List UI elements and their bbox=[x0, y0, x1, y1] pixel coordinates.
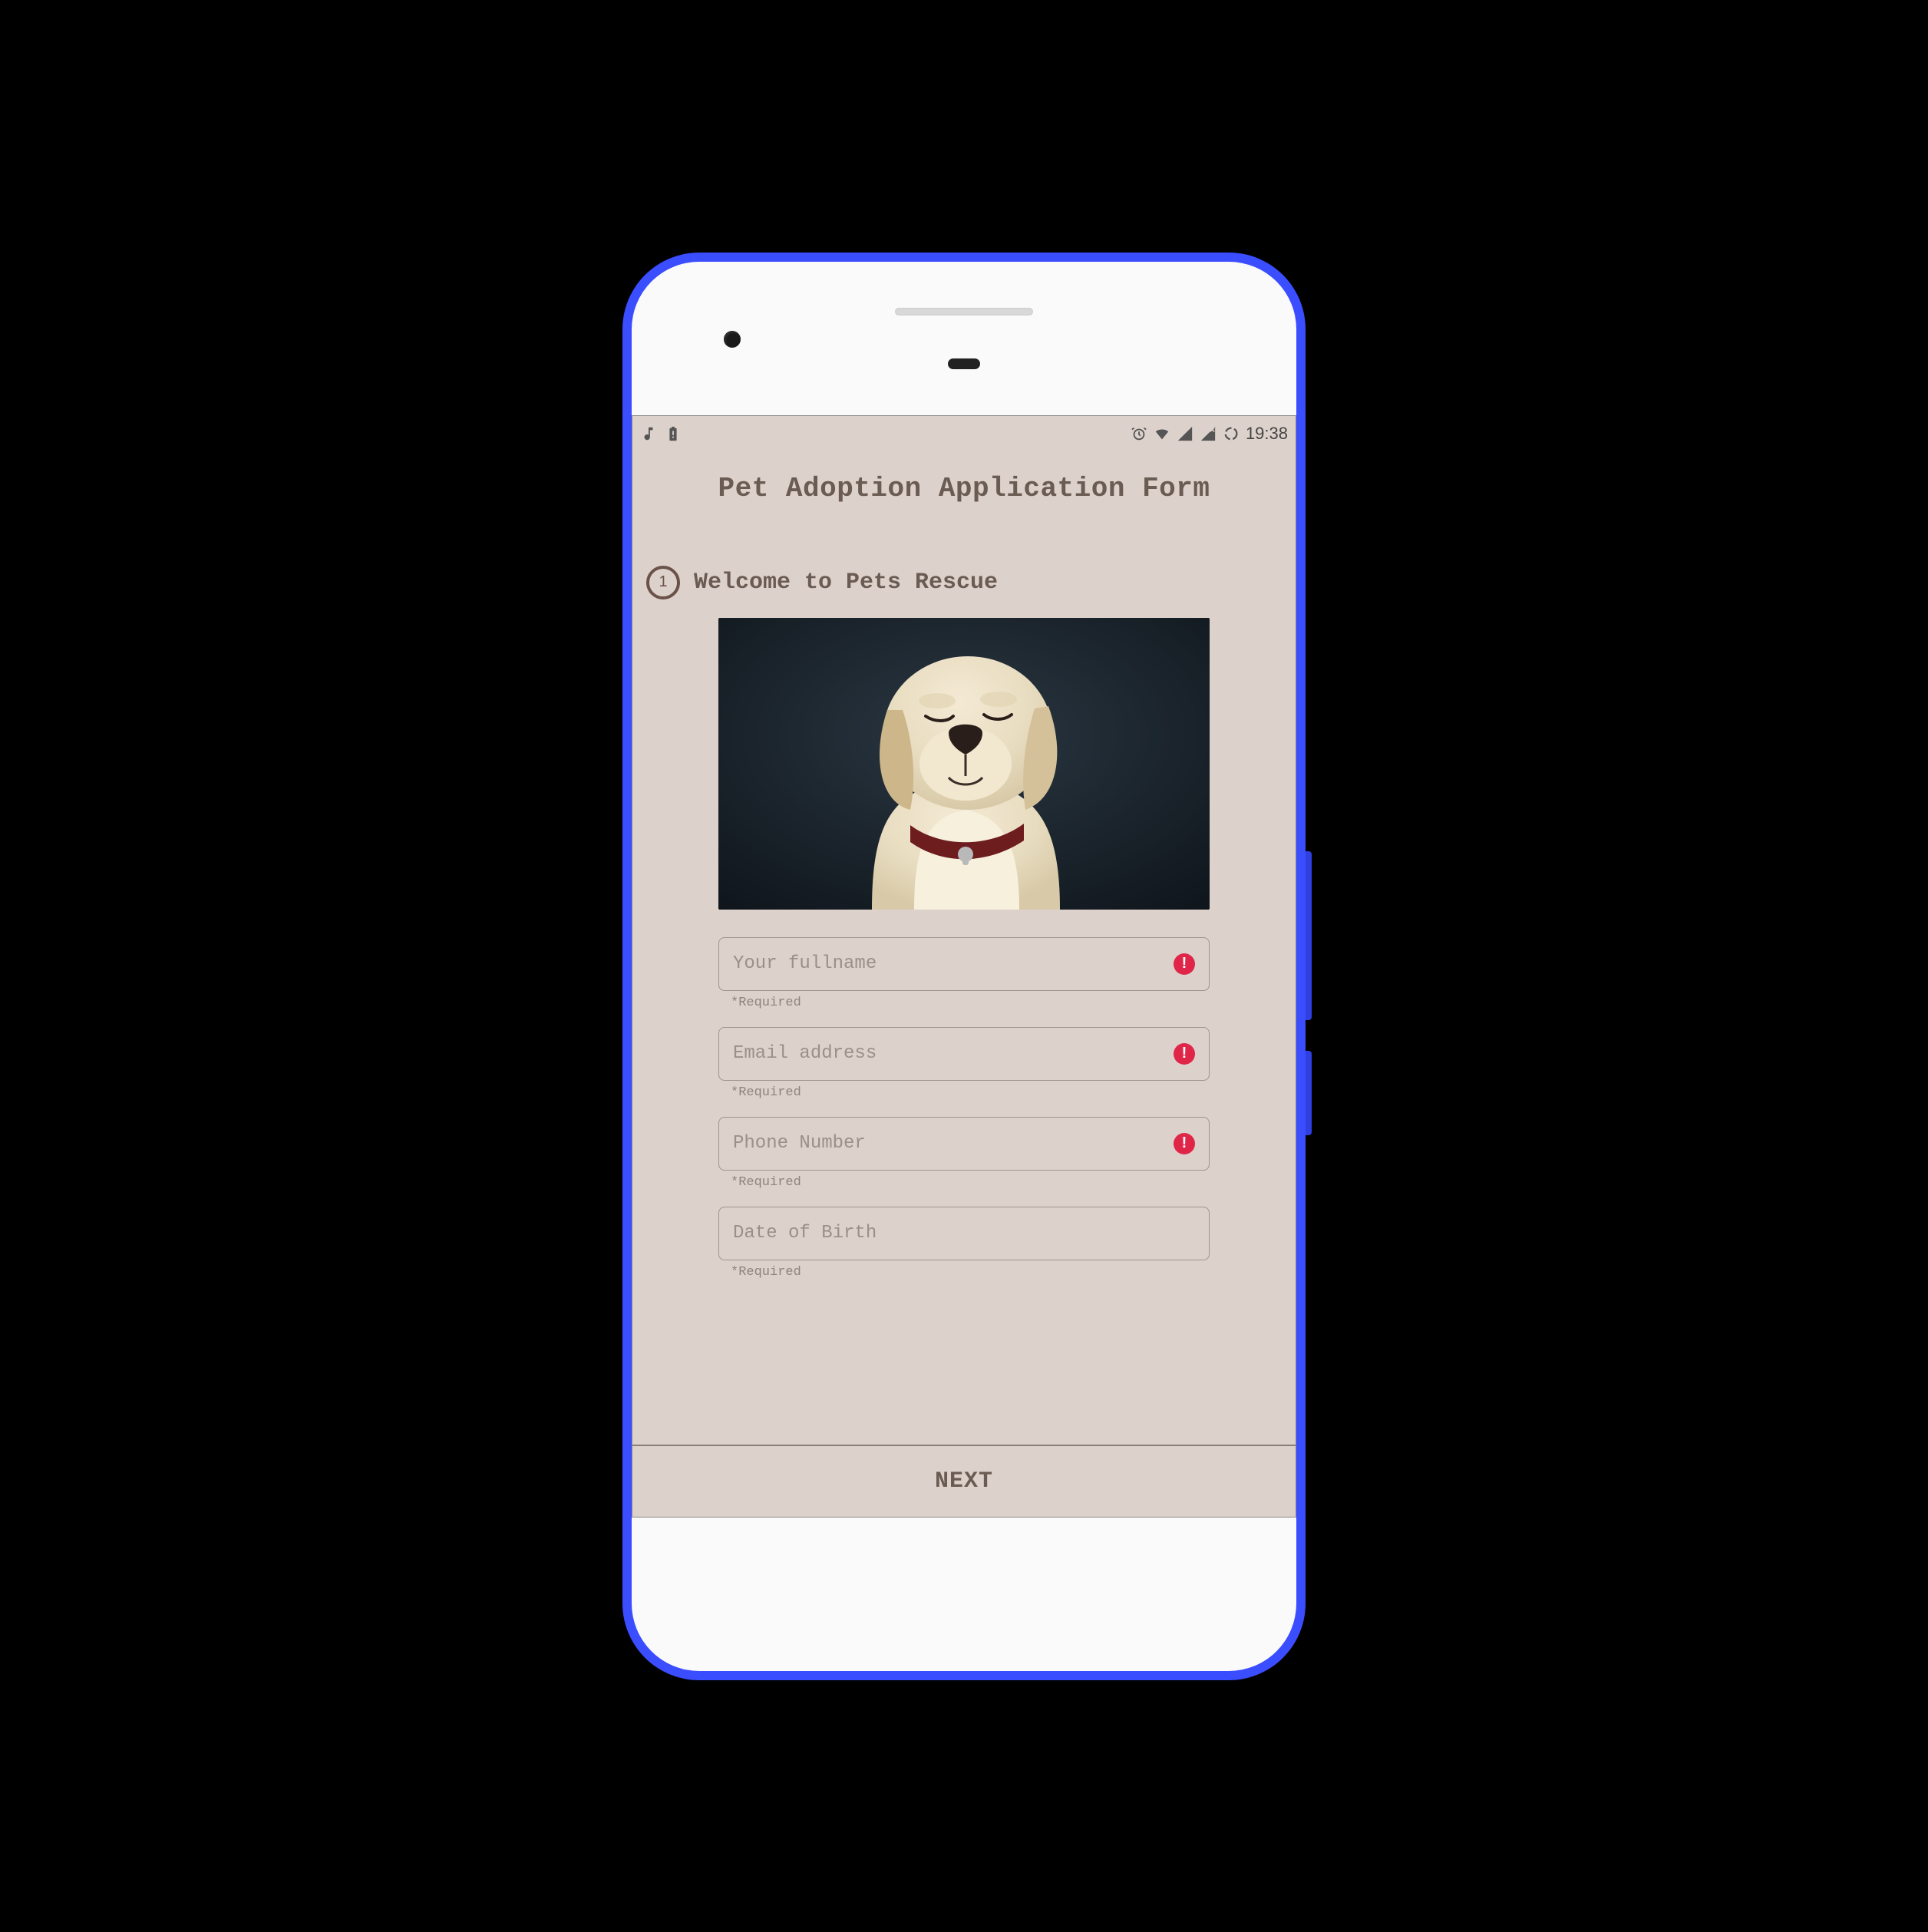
status-bar: 19:38 bbox=[632, 416, 1296, 451]
status-clock: 19:38 bbox=[1246, 424, 1288, 444]
loading-spinner-icon bbox=[1223, 425, 1240, 442]
fullname-field[interactable]: ! bbox=[718, 937, 1210, 991]
battery-charging-icon bbox=[665, 425, 682, 442]
next-bar: NEXT bbox=[632, 1445, 1296, 1517]
step-title: Welcome to Pets Rescue bbox=[694, 570, 998, 596]
screen: 19:38 Pet Adoption Application Form 1 We… bbox=[632, 415, 1296, 1518]
field-block-fullname: ! *Required bbox=[718, 937, 1210, 1010]
phone-speaker bbox=[895, 308, 1033, 315]
pet-image bbox=[718, 618, 1210, 910]
error-icon: ! bbox=[1174, 1043, 1195, 1065]
phone-field[interactable]: ! bbox=[718, 1117, 1210, 1171]
front-camera bbox=[724, 331, 741, 348]
error-icon: ! bbox=[1174, 953, 1195, 975]
volume-button bbox=[1306, 851, 1312, 1020]
alarm-icon bbox=[1131, 425, 1147, 442]
fullname-input[interactable] bbox=[733, 953, 1174, 974]
field-block-phone: ! *Required bbox=[718, 1117, 1210, 1190]
step-number: 1 bbox=[659, 573, 667, 591]
dob-input[interactable] bbox=[733, 1223, 1195, 1243]
phone-bezel-top bbox=[632, 262, 1296, 415]
dob-field[interactable] bbox=[718, 1207, 1210, 1260]
form-content[interactable]: Pet Adoption Application Form 1 Welcome … bbox=[632, 451, 1296, 1445]
error-icon: ! bbox=[1174, 1133, 1195, 1154]
next-button[interactable]: NEXT bbox=[935, 1468, 993, 1494]
email-helper: *Required bbox=[718, 1081, 1210, 1100]
field-block-email: ! *Required bbox=[718, 1027, 1210, 1100]
power-button bbox=[1306, 1051, 1312, 1135]
phone-input[interactable] bbox=[733, 1133, 1174, 1154]
signal-icon bbox=[1177, 425, 1193, 442]
music-icon bbox=[640, 425, 657, 442]
email-field[interactable]: ! bbox=[718, 1027, 1210, 1081]
phone-helper: *Required bbox=[718, 1171, 1210, 1190]
email-input[interactable] bbox=[733, 1043, 1174, 1064]
phone-inner: 19:38 Pet Adoption Application Form 1 We… bbox=[632, 262, 1296, 1671]
phone-bezel-bottom bbox=[632, 1518, 1296, 1671]
field-block-dob: *Required bbox=[718, 1207, 1210, 1280]
step-number-chip: 1 bbox=[646, 566, 680, 599]
step-header: 1 Welcome to Pets Rescue bbox=[632, 566, 1296, 599]
form-title: Pet Adoption Application Form bbox=[632, 473, 1296, 504]
phone-mic bbox=[948, 358, 980, 369]
dob-helper: *Required bbox=[718, 1260, 1210, 1280]
phone-frame: 19:38 Pet Adoption Application Form 1 We… bbox=[622, 253, 1306, 1680]
fullname-helper: *Required bbox=[718, 991, 1210, 1010]
signal-no-data-icon bbox=[1200, 425, 1217, 442]
wifi-icon bbox=[1154, 425, 1170, 442]
